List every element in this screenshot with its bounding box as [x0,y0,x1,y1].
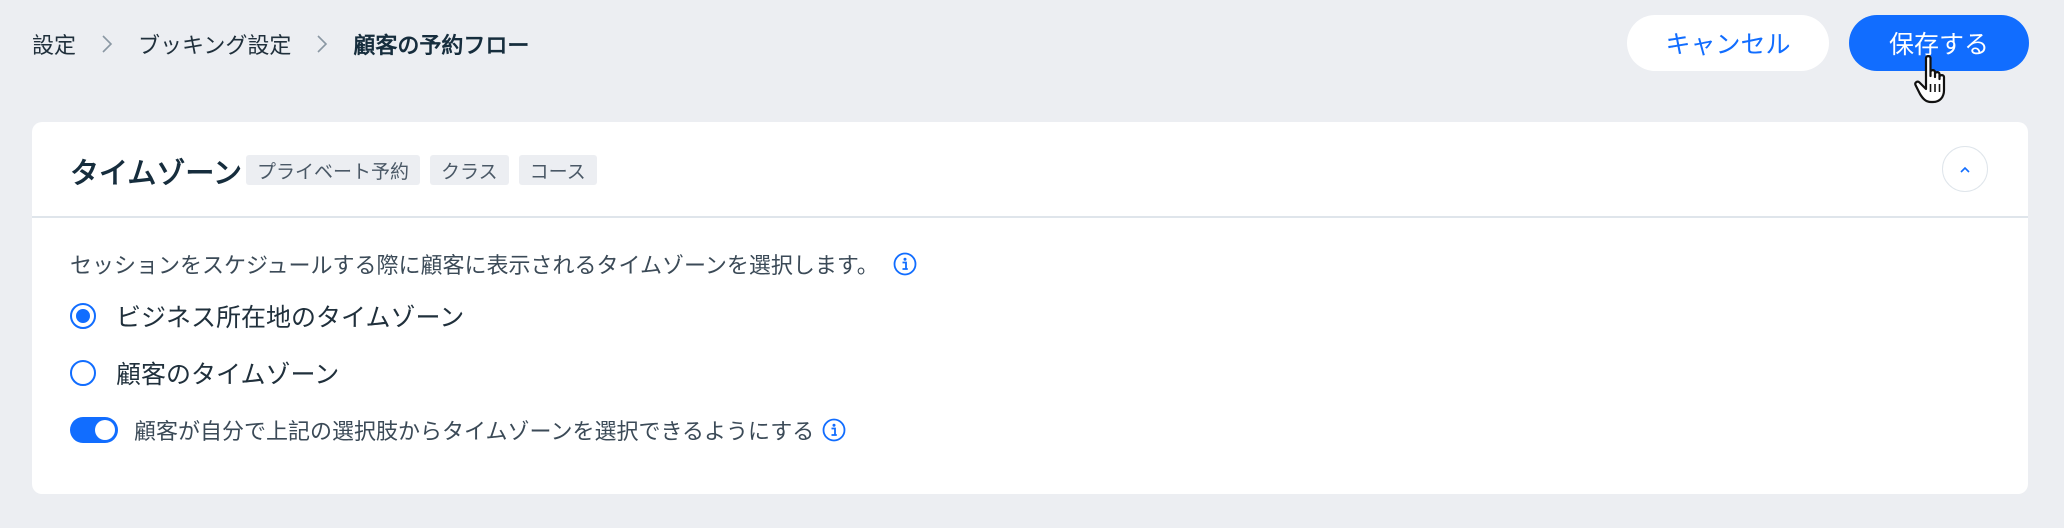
radio-customer-timezone[interactable]: 顧客のタイムゾーン [70,355,339,391]
section-title: タイムゾーン [70,156,242,190]
tag-class: クラス [430,155,509,185]
breadcrumb: 設定 ブッキング設定 顧客の予約フロー [32,24,529,64]
tag-private-booking: プライベート予約 [246,155,421,185]
customer-choose-timezone-toggle[interactable] [70,417,118,443]
timezone-settings-card: タイムゾーン プライベート予約 クラス コース セッションをスケジュールする際に… [32,122,2028,494]
chevron-right-icon [313,32,331,56]
info-icon[interactable] [893,252,917,276]
breadcrumb-item-current: 顧客の予約フロー [353,34,530,59]
tag-course: コース [518,155,597,185]
breadcrumb-item-booking-settings[interactable]: ブッキング設定 [138,28,291,60]
radio-button-unselected[interactable] [70,360,96,386]
page-header: 設定 ブッキング設定 顧客の予約フロー キャンセル 保存する [0,0,2064,104]
cancel-button[interactable]: キャンセル [1627,15,1829,71]
radio-label-customer-timezone: 顧客のタイムゾーン [116,360,340,389]
card-header: タイムゾーン プライベート予約 クラス コース [32,122,2028,218]
info-icon[interactable] [822,418,846,442]
chevron-up-icon [1958,160,1972,179]
radio-business-timezone[interactable]: ビジネス所在地のタイムゾーン [70,298,464,334]
collapse-button[interactable] [1942,146,1988,192]
customer-choose-timezone-setting: 顧客が自分で上記の選択肢からタイムゾーンを選択できるようにする [70,414,846,446]
chevron-right-icon [98,32,116,56]
radio-label-business-timezone: ビジネス所在地のタイムゾーン [116,303,465,332]
description-text: セッションをスケジュールする際に顧客に表示されるタイムゾーンを選択します。 [70,254,879,279]
breadcrumb-item-settings[interactable]: 設定 [32,28,76,60]
radio-button-selected[interactable] [70,303,96,329]
service-type-tags: プライベート予約 クラス コース [246,155,597,185]
hand-pointer-icon [1914,54,1954,106]
section-description: セッションをスケジュールする際に顧客に表示されるタイムゾーンを選択します。 [70,248,917,280]
toggle-label: 顧客が自分で上記の選択肢からタイムゾーンを選択できるようにする [134,420,815,445]
